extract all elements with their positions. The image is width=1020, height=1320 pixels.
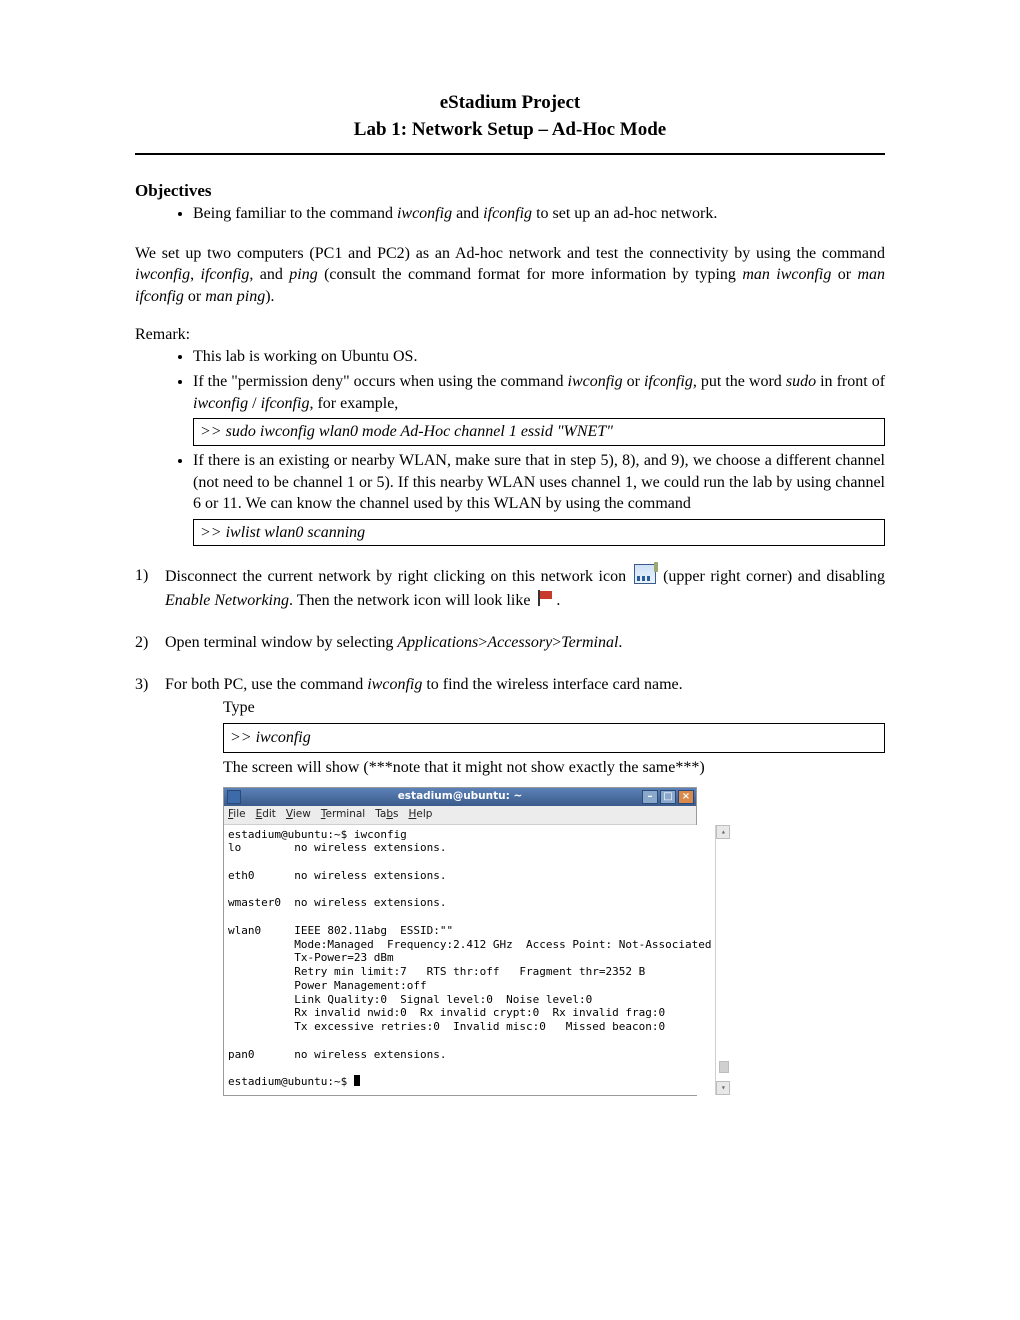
menu-edit[interactable]: Edit (256, 807, 276, 823)
menu-terminal[interactable]: Terminal (321, 807, 365, 823)
remark-item-1: This lab is working on Ubuntu OS. (193, 346, 885, 368)
window-buttons: – □ × (642, 790, 694, 804)
objectives-list: Being familiar to the command iwconfig a… (135, 203, 885, 225)
step-3-note: The screen will show (***note that it mi… (223, 757, 885, 779)
steps-list: Disconnect the current network by right … (135, 564, 885, 1095)
remark-cmd-iwlist: >> iwlist wlan0 scanning (193, 519, 885, 547)
menu-help[interactable]: Help (409, 807, 433, 823)
terminal-scrollbar[interactable]: ▴ ▾ (715, 825, 716, 1095)
menu-view[interactable]: View (286, 807, 311, 823)
remark-item-3: If there is an existing or nearby WLAN, … (193, 450, 885, 546)
terminal-output[interactable]: estadium@ubuntu:~$ iwconfig lo no wirele… (224, 825, 715, 1095)
step-3-cmd: >> iwconfig (223, 723, 885, 753)
terminal-window: estadium@ubuntu: ~ – □ × File Edit View … (223, 787, 697, 1096)
minimize-button[interactable]: – (642, 790, 658, 804)
title-line-2: Lab 1: Network Setup – Ad-Hoc Mode (135, 117, 885, 144)
terminal-cursor (354, 1075, 360, 1086)
step-1: Disconnect the current network by right … (135, 564, 885, 613)
close-button[interactable]: × (678, 790, 694, 804)
terminal-title: estadium@ubuntu: ~ (398, 789, 523, 805)
network-bars-icon (634, 564, 656, 584)
intro-paragraph: We set up two computers (PC1 and PC2) as… (135, 243, 885, 308)
step-3: For both PC, use the command iwconfig to… (135, 673, 885, 1095)
maximize-button[interactable]: □ (660, 790, 676, 804)
objectives-heading: Objectives (135, 181, 885, 201)
menu-tabs[interactable]: Tabs (375, 807, 398, 823)
terminal-titlebar: estadium@ubuntu: ~ – □ × (224, 788, 696, 806)
menu-file[interactable]: File (228, 807, 246, 823)
step-2: Open terminal window by selecting Applic… (135, 631, 885, 655)
step-3-type: Type (223, 697, 885, 719)
title-block: eStadium Project Lab 1: Network Setup – … (135, 90, 885, 143)
remark-list: This lab is working on Ubuntu OS. If the… (135, 346, 885, 547)
terminal-body-wrap: estadium@ubuntu:~$ iwconfig lo no wirele… (224, 825, 696, 1095)
remark-cmd-sudo: >> sudo iwconfig wlan0 mode Ad-Hoc chann… (193, 418, 885, 446)
remark-heading: Remark: (135, 326, 885, 344)
terminal-system-icon (227, 790, 241, 804)
scroll-down-icon[interactable]: ▾ (716, 1081, 730, 1095)
remark-item-2: If the "permission deny" occurs when usi… (193, 371, 885, 446)
title-rule (135, 153, 885, 155)
network-flag-icon (536, 590, 554, 608)
title-line-1: eStadium Project (135, 90, 885, 117)
document-page: eStadium Project Lab 1: Network Setup – … (0, 0, 1020, 1174)
terminal-menubar: File Edit View Terminal Tabs Help (224, 806, 696, 825)
scroll-thumb[interactable] (719, 1061, 729, 1073)
objectives-item: Being familiar to the command iwconfig a… (193, 203, 885, 225)
scroll-up-icon[interactable]: ▴ (716, 825, 730, 839)
